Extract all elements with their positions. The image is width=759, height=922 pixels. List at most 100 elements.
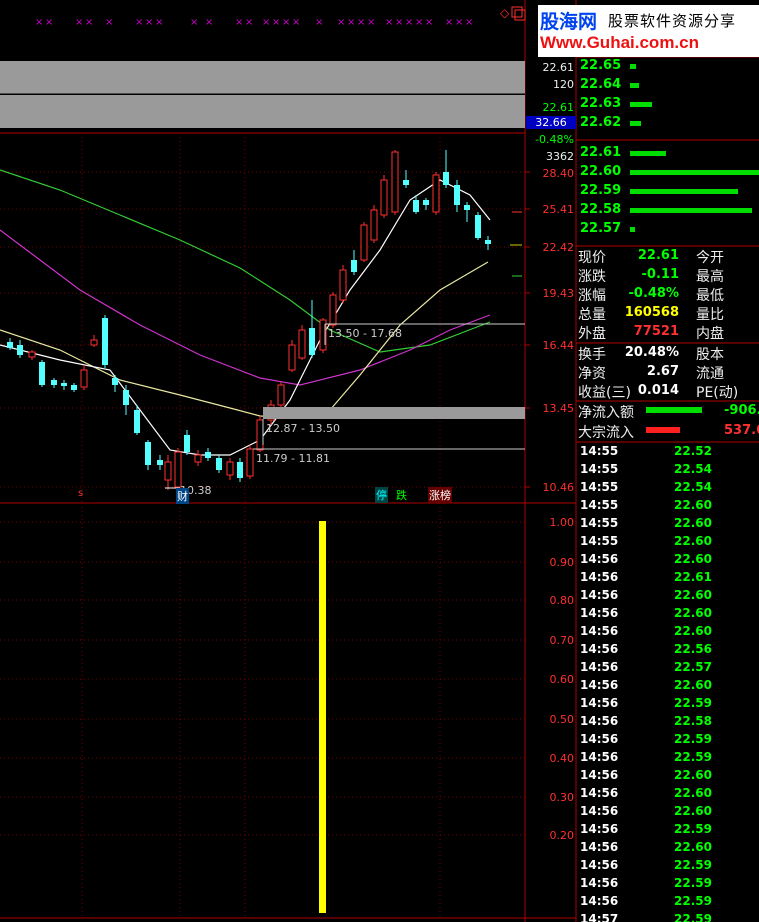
volume-axis-label: 0.20 <box>549 829 575 842</box>
quote-row: 现价 22.61 今开 <box>578 247 759 266</box>
candle-body <box>351 260 357 272</box>
axis-top-price2: 22.61 <box>542 101 575 114</box>
quote-label-secondary: 流通 <box>696 366 724 382</box>
marker-x: × <box>292 17 300 28</box>
order-book: 22.65 22.64 22.63 22.62 22.61 22.60 22.59 22.5… <box>578 57 759 247</box>
order-book-row[interactable]: 22.62 <box>578 114 759 133</box>
range-label-3: 11.79 - 11.81 <box>256 452 330 465</box>
candle-body <box>80 369 88 388</box>
tick-price: 22.59 <box>674 732 712 746</box>
tick-row: 14:56 22.60 <box>578 551 759 569</box>
window-icon <box>514 9 526 21</box>
range-label-1: 13.50 - 17.68 <box>328 327 402 340</box>
axis-top-price: 22.61 <box>542 61 575 74</box>
tag-zhang[interactable]: 涨榜 <box>428 487 452 503</box>
logo-slogan: 股票软件资源分享 <box>608 12 737 30</box>
tick-row: 14:56 22.59 <box>578 821 759 839</box>
tick-time: 14:56 <box>580 660 619 674</box>
quote-row: 净资 2.67 流通 <box>578 363 759 382</box>
price-axis-label: 28.40 <box>542 167 575 180</box>
candle-body <box>475 215 481 238</box>
order-book-row[interactable]: 22.64 <box>578 76 759 95</box>
tick-row: 14:56 22.59 <box>578 731 759 749</box>
tag-cai[interactable]: 财 <box>176 488 189 504</box>
tick-list[interactable]: 14:55 22.52 14:55 22.54 14:55 22.54 14:55 22.60… <box>578 442 759 922</box>
tick-price: 22.59 <box>674 858 712 872</box>
order-price: 22.63 <box>580 96 622 111</box>
candle-body <box>90 339 98 346</box>
quote-panel: 现价 22.61 今开 涨跌 -0.11 最高 涨幅 -0.48% 最低 总量 160568 量比 外盘… <box>578 246 759 446</box>
tick-time: 14:56 <box>580 876 619 890</box>
flow-label: 净流入额 <box>578 405 634 421</box>
price-axis-label: 22.42 <box>542 241 575 254</box>
tick-row: 14:56 22.56 <box>578 641 759 659</box>
order-book-row[interactable]: 22.57 <box>578 220 759 239</box>
tick-time: 14:56 <box>580 768 619 782</box>
candle-body <box>216 458 222 470</box>
window-icon <box>511 6 523 18</box>
tag-s[interactable]: s <box>78 488 83 499</box>
candle-body <box>61 383 67 386</box>
site-logo: 股海网 股票软件资源分享 Www.Guhai.com.cn <box>538 5 759 57</box>
quote-value: 160568 <box>624 305 679 320</box>
tick-row: 14:56 22.57 <box>578 659 759 677</box>
tick-row: 14:56 22.60 <box>578 623 759 641</box>
candle-body <box>298 329 306 359</box>
tick-price: 22.60 <box>674 606 712 620</box>
order-price: 22.57 <box>580 221 622 236</box>
order-book-row[interactable]: 22.61 <box>578 144 759 163</box>
volume-axis-label: 0.60 <box>549 673 575 686</box>
tick-price: 22.59 <box>674 876 712 890</box>
marker-x: × <box>272 17 280 28</box>
tick-row: 14:56 22.59 <box>578 695 759 713</box>
tick-row: 14:56 22.60 <box>578 587 759 605</box>
candle-body <box>360 224 368 261</box>
order-book-row[interactable]: 22.65 <box>578 57 759 76</box>
tick-row: 14:55 22.54 <box>578 479 759 497</box>
marker-x: × <box>262 17 270 28</box>
order-volume-bar <box>630 83 639 88</box>
order-book-row[interactable]: 22.58 <box>578 201 759 220</box>
tick-time: 14:55 <box>580 498 619 512</box>
marker-x: × <box>425 17 433 28</box>
tag-jing[interactable]: 停 <box>375 487 388 503</box>
tick-price: 22.52 <box>674 444 712 458</box>
order-book-row[interactable]: 22.59 <box>578 182 759 201</box>
candle-body <box>157 460 163 465</box>
order-price: 22.58 <box>580 202 622 217</box>
marker-x: × <box>405 17 413 28</box>
chart-grid <box>0 133 530 918</box>
quote-value: -0.48% <box>628 286 680 301</box>
tick-time: 14:56 <box>580 840 619 854</box>
range-band-2 <box>263 407 525 419</box>
order-book-row[interactable]: 22.63 <box>578 95 759 114</box>
quote-row: 外盘 77521 内盘 <box>578 323 759 342</box>
order-book-row[interactable]: 22.60 <box>578 163 759 182</box>
quote-label-secondary: 内盘 <box>696 326 724 342</box>
tick-time: 14:57 <box>580 912 619 922</box>
tick-price: 22.61 <box>674 570 712 584</box>
quote-value: 20.48% <box>624 345 679 360</box>
quote-label-secondary: PE(动) <box>696 385 739 401</box>
marker-x: × <box>282 17 290 28</box>
tick-price: 22.60 <box>674 768 712 782</box>
quote-label-secondary: 股本 <box>696 347 724 363</box>
volume-bar <box>319 521 326 913</box>
order-volume-bar <box>630 208 752 213</box>
tick-price: 22.58 <box>674 714 712 728</box>
order-price: 22.59 <box>580 183 622 198</box>
tag-die[interactable]: 跌 <box>396 487 407 503</box>
volume-axis-label: 0.40 <box>549 752 575 765</box>
tick-row: 14:56 22.60 <box>578 785 759 803</box>
tick-row: 14:56 22.59 <box>578 875 759 893</box>
candle-body <box>17 345 23 355</box>
axis-top-vol: 3362 <box>546 150 574 163</box>
price-axis-label: 10.46 <box>542 481 575 494</box>
tick-row: 14:55 22.54 <box>578 461 759 479</box>
tick-price: 22.59 <box>674 912 712 922</box>
candle-body <box>391 151 399 213</box>
candle-body <box>237 462 243 478</box>
tick-row: 14:55 22.60 <box>578 515 759 533</box>
candle-body <box>413 200 419 212</box>
flow-row: 大宗流入 537.6 <box>578 422 759 441</box>
